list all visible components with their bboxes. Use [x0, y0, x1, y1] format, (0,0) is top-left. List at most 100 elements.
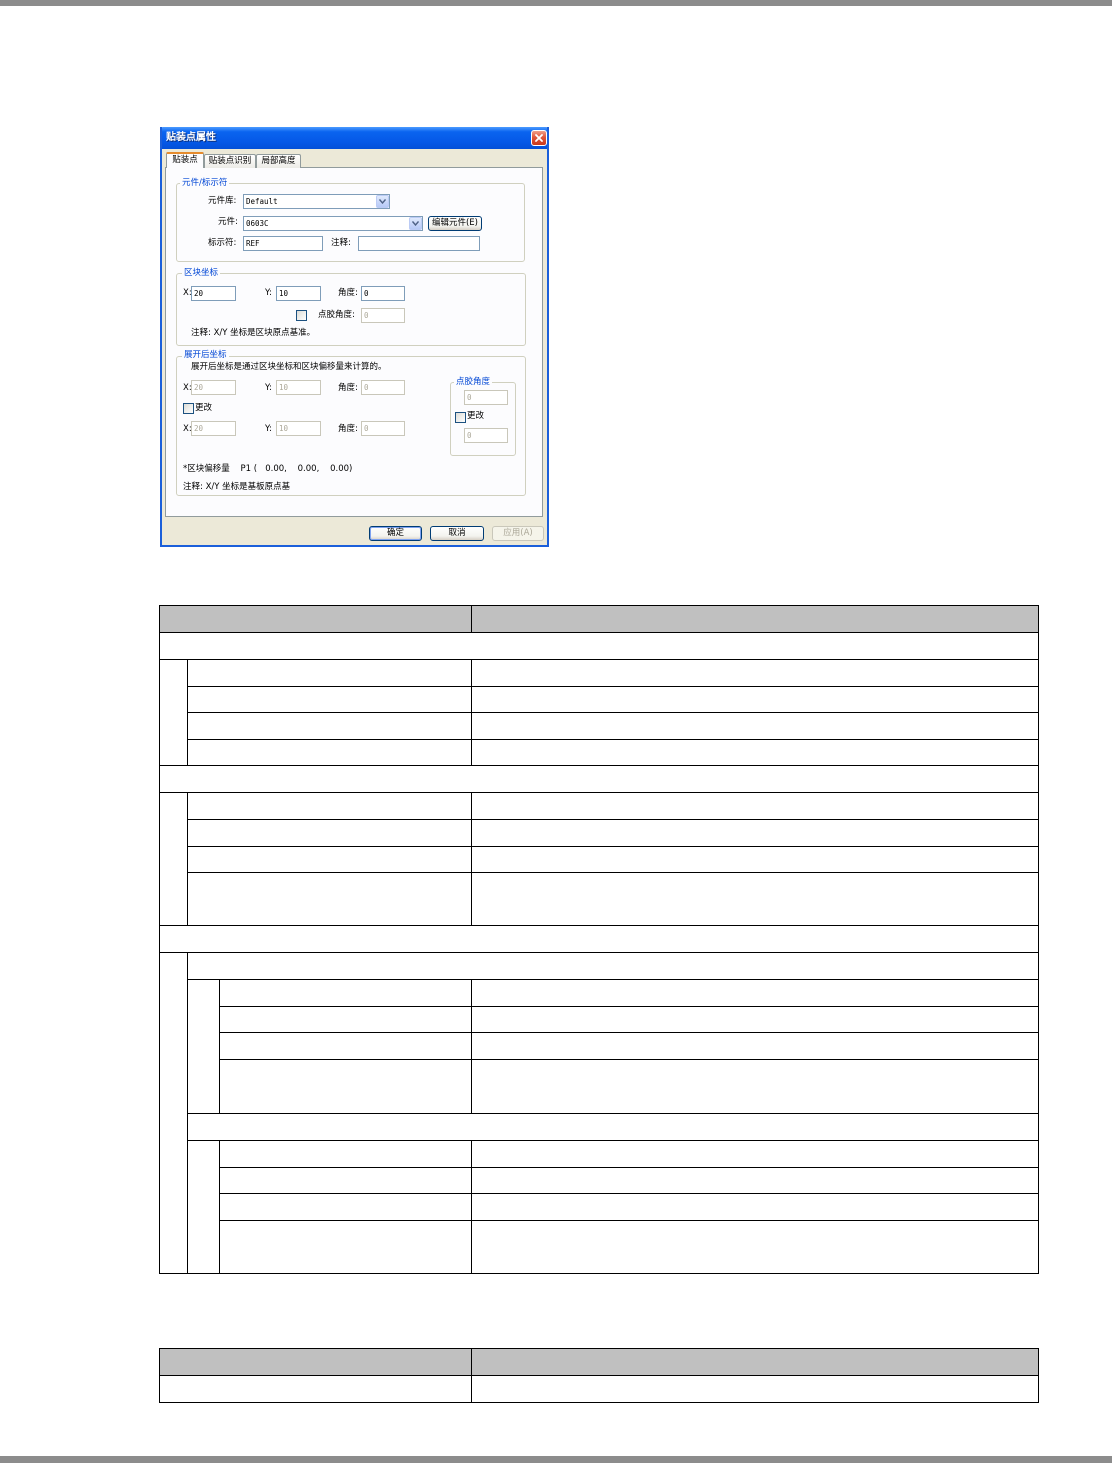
ok-button[interactable]: 确定	[369, 526, 422, 541]
block-y-input[interactable]: 10	[276, 286, 321, 301]
component-combo[interactable]: 0603C	[243, 216, 423, 231]
block-coordinates-note: 注释: X/Y 坐标是区块原点基准。	[191, 328, 316, 338]
tab-placement-point[interactable]: 贴装点	[166, 152, 204, 168]
table-value-cell	[471, 739, 1039, 766]
table-value-cell	[471, 1193, 1039, 1221]
comment-input[interactable]	[358, 236, 480, 251]
library-combo-value: Default	[246, 197, 278, 206]
tab-placement-recognition[interactable]: 贴装点识别	[204, 154, 256, 168]
close-icon	[535, 134, 543, 142]
dispense-angle-checkbox[interactable]	[296, 310, 307, 321]
changed-angle-input[interactable]: 0	[361, 421, 405, 436]
table-label-cell	[219, 1032, 472, 1060]
table-indent-cell	[187, 1140, 220, 1274]
table-label-cell	[219, 1006, 472, 1033]
table-label-cell	[219, 1140, 472, 1168]
tab-local-height[interactable]: 局部高度	[256, 154, 301, 168]
change-coordinates-label: 更改	[195, 403, 213, 413]
table-value-cell	[471, 1032, 1039, 1060]
table-section-row	[159, 765, 1039, 793]
library-label: 元件库:	[208, 196, 237, 206]
expanded-coordinates-note: 注释: X/Y 坐标是基板原点基	[183, 482, 291, 492]
dialog-titlebar[interactable]: 贴装点属性	[160, 127, 549, 149]
table-label-cell	[219, 1220, 472, 1274]
table-subsection-row	[187, 952, 1039, 980]
changed-angle-label: 角度:	[338, 424, 358, 434]
table-label-cell	[219, 1059, 472, 1114]
table-label-cell	[187, 739, 472, 766]
changed-x-input[interactable]: 20	[191, 421, 236, 436]
dispense-angle-label: 点胶角度:	[318, 310, 355, 320]
ref-input[interactable]: REF	[243, 236, 323, 251]
component-dropdown-button[interactable]	[409, 217, 422, 230]
table-label-cell	[187, 686, 472, 713]
library-dropdown-button[interactable]	[376, 195, 389, 208]
dispense-angle-input[interactable]: 0	[361, 308, 405, 323]
change-dispense-checkbox[interactable]	[455, 412, 466, 423]
expanded-coordinates-title: 展开后坐标	[182, 349, 229, 361]
table-value-cell	[471, 686, 1039, 713]
table-label-cell	[187, 872, 472, 926]
table-label-cell	[187, 712, 472, 740]
block-angle-input[interactable]: 0	[361, 286, 405, 301]
table-subsection-row	[187, 1113, 1039, 1141]
table-label-cell	[159, 1375, 472, 1403]
block-angle-label: 角度:	[338, 288, 358, 298]
table-header-cell	[471, 1348, 1039, 1376]
expanded-dispense-input[interactable]: 0	[464, 390, 508, 405]
placement-point-properties-dialog: 贴装点属性 贴装点 贴装点识别 局部高度 元件/标示符 元件库: Default…	[160, 127, 549, 547]
comment-label: 注释:	[331, 238, 351, 248]
table-value-cell	[471, 792, 1039, 820]
table-header-cell	[159, 605, 472, 633]
table-value-cell	[471, 659, 1039, 687]
cancel-button[interactable]: 取消	[430, 526, 484, 541]
component-group-title: 元件/标示符	[180, 177, 230, 189]
table-indent-cell	[159, 952, 188, 1274]
ref-label: 标示符:	[208, 238, 237, 248]
edit-component-button[interactable]: 编辑元件(E)	[428, 216, 482, 231]
table-indent-cell	[187, 979, 220, 1114]
table-header-cell	[471, 605, 1039, 633]
table-value-cell	[471, 1006, 1039, 1033]
page-bottom-rule	[0, 1456, 1112, 1463]
table-value-cell	[471, 1059, 1039, 1114]
expanded-dispense-title: 点胶角度	[454, 376, 493, 388]
apply-button[interactable]: 应用(A)	[492, 526, 544, 541]
table-section-row	[159, 925, 1039, 953]
block-offset-readout: *区块偏移量 P1 ( 0.00, 0.00, 0.00)	[183, 464, 353, 474]
table-value-cell	[471, 872, 1039, 926]
table-header-cell	[159, 1348, 472, 1376]
table-label-cell	[219, 979, 472, 1007]
table-label-cell	[219, 1167, 472, 1194]
table-value-cell	[471, 979, 1039, 1007]
expanded-y-input[interactable]: 10	[276, 380, 321, 395]
change-dispense-label: 更改	[467, 411, 485, 421]
table-label-cell	[219, 1193, 472, 1221]
change-coordinates-checkbox[interactable]	[183, 403, 194, 414]
dialog-title: 贴装点属性	[166, 132, 216, 143]
table-value-cell	[471, 819, 1039, 847]
changed-y-input[interactable]: 10	[276, 421, 321, 436]
table-value-cell	[471, 1375, 1039, 1403]
expanded-angle-label: 角度:	[338, 383, 358, 393]
table-indent-cell	[159, 659, 188, 766]
expanded-angle-input[interactable]: 0	[361, 380, 405, 395]
table-value-cell	[471, 1220, 1039, 1274]
table-section-row	[159, 632, 1039, 660]
changed-dispense-input[interactable]: 0	[464, 428, 508, 443]
table-value-cell	[471, 712, 1039, 740]
block-x-input[interactable]: 20	[191, 286, 236, 301]
changed-y-label: Y:	[265, 424, 272, 434]
chevron-down-icon	[412, 221, 419, 226]
expanded-x-input[interactable]: 20	[191, 380, 236, 395]
close-button[interactable]	[531, 130, 547, 146]
expanded-coordinates-description: 展开后坐标是通过区块坐标和区块偏移量来计算的。	[191, 362, 387, 372]
table-label-cell	[187, 792, 472, 820]
block-y-label: Y:	[265, 288, 272, 298]
table-label-cell	[187, 819, 472, 847]
table-label-cell	[187, 846, 472, 873]
table-value-cell	[471, 1167, 1039, 1194]
table-value-cell	[471, 846, 1039, 873]
expanded-y-label: Y:	[265, 383, 272, 393]
library-combo[interactable]: Default	[243, 194, 390, 209]
